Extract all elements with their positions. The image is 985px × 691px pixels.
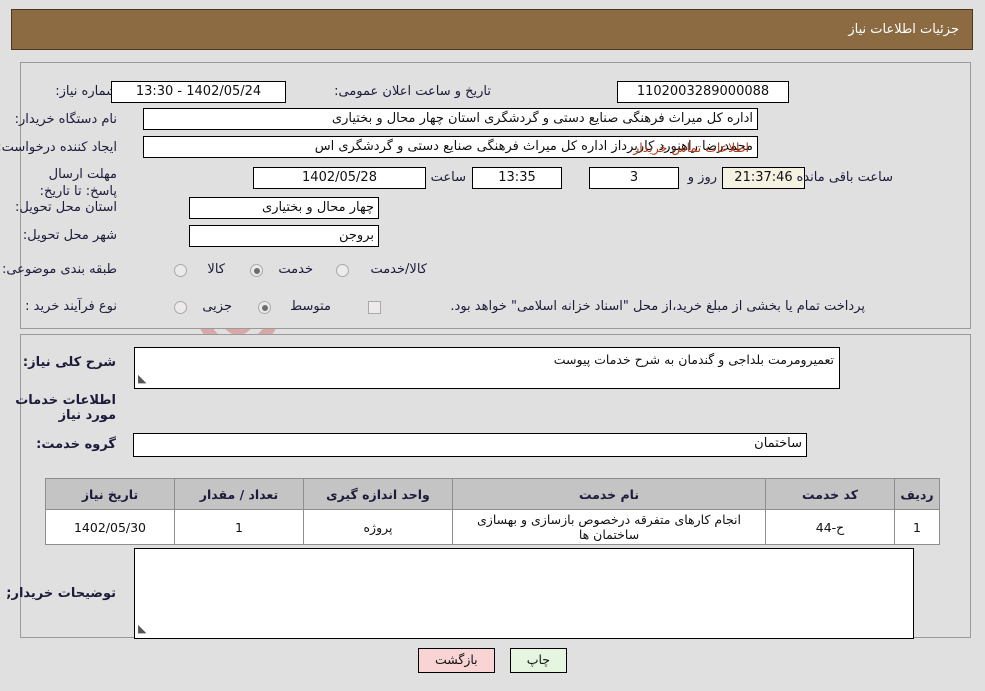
print-button[interactable]: چاپ	[509, 648, 568, 673]
remaining-days-field[interactable]: 3	[589, 167, 679, 189]
announcement-datetime-field[interactable]: 1402/05/24 - 13:30	[111, 81, 286, 103]
radio-process-medium-label: متوسط	[290, 299, 331, 314]
page-root: AriaTender.net جزئیات اطلاعات نیاز شماره…	[0, 0, 985, 691]
service-group-field[interactable]: ساختمان	[133, 433, 807, 457]
cell-code: ح-44	[765, 509, 895, 545]
remaining-days-label: روز و	[687, 170, 717, 185]
col-date: تاریخ نیاز	[45, 478, 175, 510]
delivery-province-field[interactable]: چهار محال و بختیاری	[189, 197, 379, 219]
radio-category-goods-service-label: کالا/خدمت	[370, 262, 427, 277]
radio-category-service-label: خدمت	[278, 262, 313, 277]
resize-grip-icon[interactable]: ◢	[138, 370, 146, 387]
back-button[interactable]: بازگشت	[417, 648, 495, 673]
cell-name: انجام کارهای متفرقه درخصوص بازسازی و بهس…	[452, 509, 766, 545]
col-unit: واحد اندازه گیری	[303, 478, 453, 510]
table-header-row: ردیف کد خدمت نام خدمت واحد اندازه گیری ت…	[45, 478, 940, 510]
col-name: نام خدمت	[452, 478, 766, 510]
response-deadline-label: مهلت ارسال پاسخ: تا تاریخ:	[39, 167, 117, 199]
buyer-org-field[interactable]: اداره کل میراث فرهنگی صنایع دستی و گردشگ…	[143, 108, 758, 130]
delivery-province-label: استان محل تحویل:	[15, 200, 117, 215]
need-number-label: شماره نیاز:	[55, 84, 117, 99]
buyer-notes-label: توضیحات خریدار;	[6, 586, 116, 601]
radio-category-service[interactable]	[250, 264, 263, 277]
announcement-label: تاریخ و ساعت اعلان عمومی:	[334, 84, 491, 99]
delivery-city-label: شهر محل تحویل:	[22, 228, 117, 243]
request-creator-label: ایجاد کننده درخواست:	[0, 140, 117, 155]
need-number-field[interactable]: 1102003289000088	[617, 81, 789, 103]
col-code: کد خدمت	[765, 478, 895, 510]
remaining-suffix-label: ساعت باقی مانده	[796, 170, 893, 185]
cell-row: 1	[894, 509, 940, 545]
deadline-time-field[interactable]: 13:35	[472, 167, 562, 189]
radio-category-goods-service[interactable]	[336, 264, 349, 277]
service-group-label: گروه خدمت:	[36, 437, 116, 452]
buyer-notes-textarea[interactable]: ◢	[134, 548, 914, 639]
services-table: ردیف کد خدمت نام خدمت واحد اندازه گیری ت…	[45, 478, 940, 545]
general-description-label: شرح کلی نیاز:	[22, 355, 116, 370]
treasury-bonds-checkbox[interactable]	[368, 301, 381, 314]
radio-process-minor-label: جزیی	[202, 299, 232, 314]
purchase-process-label: نوع فرآیند خرید :	[25, 299, 117, 314]
subject-category-label: طبقه بندی موضوعی:	[1, 262, 117, 277]
cell-date: 1402/05/30	[45, 509, 175, 545]
table-row[interactable]: 1 ح-44 انجام کارهای متفرقه درخصوص بازساز…	[45, 509, 940, 545]
buyer-contact-link[interactable]: اطلاعات تماس خریدار	[633, 140, 749, 155]
window-titlebar: جزئیات اطلاعات نیاز	[11, 9, 973, 50]
action-button-row: بازگشت چاپ	[0, 648, 985, 673]
treasury-bonds-label: پرداخت تمام یا بخشی از مبلغ خرید،از محل …	[450, 299, 865, 314]
radio-category-goods[interactable]	[174, 264, 187, 277]
radio-process-minor[interactable]	[174, 301, 187, 314]
countdown-timer-field: 21:37:46	[722, 167, 805, 189]
deadline-date-field[interactable]: 1402/05/28	[253, 167, 426, 189]
general-description-value: تعمیرومرمت بلداجی و گندمان به شرح خدمات …	[553, 352, 834, 367]
delivery-city-field[interactable]: بروجن	[189, 225, 379, 247]
col-row: ردیف	[894, 478, 940, 510]
general-description-textarea[interactable]: تعمیرومرمت بلداجی و گندمان به شرح خدمات …	[134, 347, 840, 389]
radio-process-medium[interactable]	[258, 301, 271, 314]
cell-unit: پروژه	[303, 509, 453, 545]
col-qty: تعداد / مقدار	[174, 478, 304, 510]
notes-resize-grip-icon[interactable]: ◢	[138, 620, 146, 637]
buyer-org-label: نام دستگاه خریدار:	[14, 112, 117, 127]
page-title: جزئیات اطلاعات نیاز	[848, 22, 959, 37]
deadline-hour-label: ساعت	[430, 170, 466, 185]
cell-qty: 1	[174, 509, 304, 545]
services-section-heading: اطلاعات خدمات مورد نیاز	[15, 393, 116, 423]
radio-category-goods-label: کالا	[207, 262, 225, 277]
